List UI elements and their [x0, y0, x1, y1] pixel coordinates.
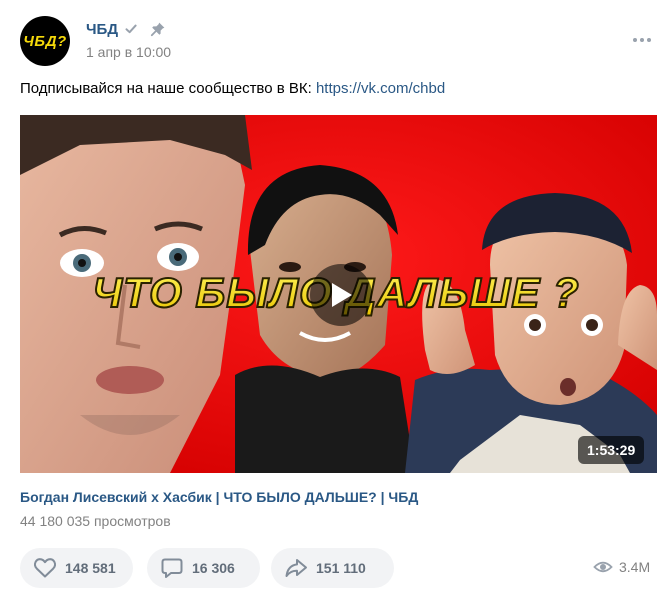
post-text: Подписывайся на наше сообщество в ВК: ht…: [20, 79, 445, 99]
like-button[interactable]: 148 581: [20, 548, 133, 588]
pin-icon: [150, 21, 166, 37]
video-duration: 1:53:29: [578, 436, 645, 464]
shares-count: 151 110: [316, 560, 366, 576]
comment-button[interactable]: 16 306: [147, 548, 260, 588]
community-link[interactable]: https://vk.com/chbd: [316, 80, 445, 97]
eye-icon: [593, 558, 613, 576]
author-row: ЧБД: [86, 19, 166, 39]
likes-count: 148 581: [65, 560, 116, 576]
views-counter: 3.4M: [593, 558, 650, 576]
video-player[interactable]: ЧТО БЫЛО ДАЛЬШЕ ? 1:53:29: [20, 115, 657, 473]
share-arrow-icon: [283, 555, 309, 581]
video-title-link[interactable]: Богдан Лисевский х Хасбик | ЧТО БЫЛО ДАЛ…: [20, 489, 418, 505]
views-count: 3.4M: [619, 559, 651, 575]
comment-icon: [159, 555, 185, 581]
play-button[interactable]: [310, 264, 372, 326]
post-text-body: Подписывайся на наше сообщество в ВК:: [20, 80, 316, 97]
comments-count: 16 306: [192, 560, 235, 576]
play-icon: [332, 283, 352, 307]
more-dots-icon: [633, 38, 637, 42]
more-options-button[interactable]: [628, 30, 656, 50]
heart-icon: [32, 555, 58, 581]
avatar-logo-text: ЧБД?: [23, 32, 67, 50]
community-avatar[interactable]: ЧБД?: [20, 16, 70, 66]
video-views: 44 180 035 просмотров: [20, 513, 171, 529]
wall-post: ЧБД? ЧБД 1 апр в 10:00 Подписывайся на н…: [0, 0, 671, 591]
share-button[interactable]: 151 110: [271, 548, 394, 588]
author-name[interactable]: ЧБД: [86, 21, 118, 38]
verified-check-icon: [124, 22, 138, 36]
post-date[interactable]: 1 апр в 10:00: [86, 44, 171, 60]
